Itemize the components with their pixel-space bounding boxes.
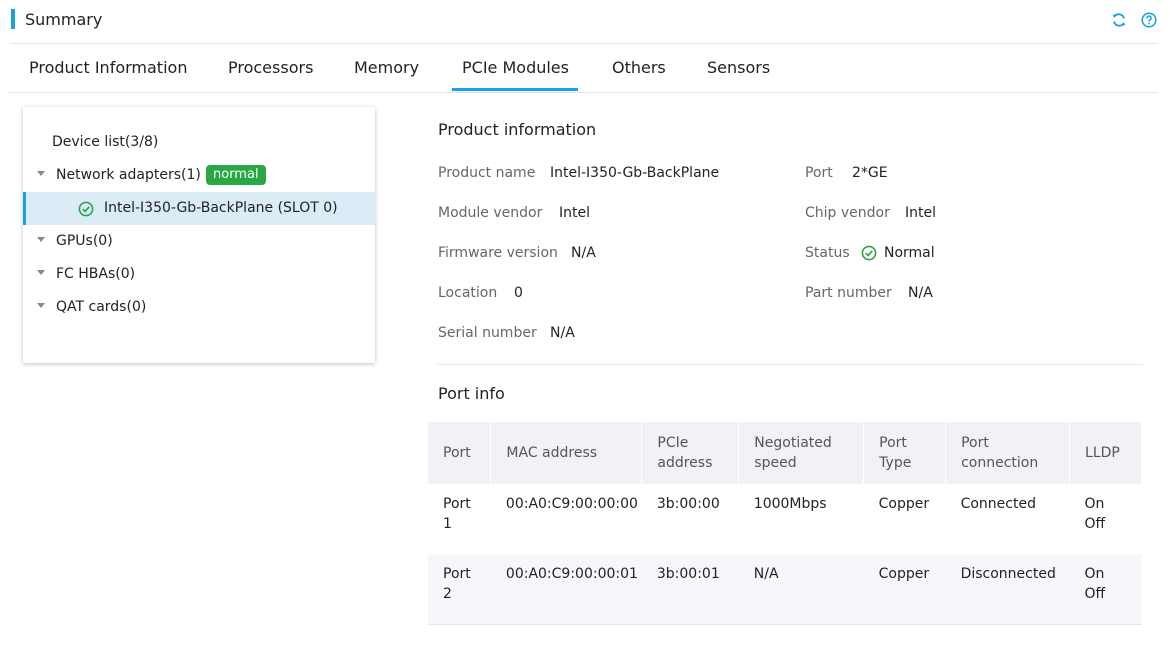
col-lldp: LLDP <box>1069 422 1142 484</box>
caret-down-icon[interactable] <box>37 303 45 308</box>
caret-down-icon[interactable] <box>37 171 45 176</box>
chip-vendor-value: Intel <box>905 205 936 221</box>
speed-cell: N/A <box>738 554 864 625</box>
page-title: Summary <box>25 10 103 29</box>
mac-cell: 00:A0:C9:00:00:00 <box>505 496 638 512</box>
firmware-version-value: N/A <box>571 245 596 261</box>
product-info-title: Product information <box>438 120 597 139</box>
tab-bar: Product Information Processors Memory PC… <box>8 44 1158 93</box>
port-table: Port MAC address PCIe address Negotiated s… <box>428 422 1142 625</box>
refresh-icon[interactable] <box>1111 12 1127 28</box>
connection-cell: Connected <box>960 496 1036 512</box>
port-value: 2*GE <box>852 165 888 181</box>
module-vendor-label: Module vendor <box>438 205 543 221</box>
status-badge: normal <box>206 165 266 185</box>
status-label: Status <box>805 245 850 261</box>
tab-memory[interactable]: Memory <box>354 58 419 77</box>
tab-others[interactable]: Others <box>612 58 666 77</box>
table-row: Port 1 00:A0:C9:00:00:00 3b:00:00 1000Mbp… <box>428 484 1142 554</box>
type-cell: Copper <box>863 554 946 625</box>
qat-cards-label: QAT cards(0) <box>56 299 147 315</box>
port-info-title: Port info <box>438 384 505 403</box>
lldp-toggle[interactable]: On Off <box>1070 484 1142 554</box>
port-label: Port <box>805 165 833 181</box>
tree-node-intel-i350[interactable]: Intel-I350-Gb-BackPlane (SLOT 0) <box>23 192 375 225</box>
product-name-value: Intel-I350-Gb-BackPlane <box>550 165 720 181</box>
speed-cell: 1000Mbps <box>753 496 827 512</box>
check-circle-icon <box>78 201 94 217</box>
fc-hbas-label: FC HBAs(0) <box>56 266 136 282</box>
col-port-connection: Port connection <box>945 422 1071 484</box>
firmware-version-label: Firmware version <box>438 245 558 261</box>
location-value: 0 <box>514 285 523 301</box>
product-name-label: Product name <box>438 165 536 181</box>
port-cell: Port 1 <box>443 496 471 532</box>
col-port-type: Port Type <box>863 422 947 484</box>
tree-node-network-adapters[interactable]: Network adapters(1) normal <box>23 159 375 192</box>
caret-down-icon[interactable] <box>37 237 45 242</box>
col-pcie-address: PCIe address <box>641 422 740 484</box>
module-vendor-value: Intel <box>559 205 590 221</box>
serial-number-value: N/A <box>550 325 575 341</box>
tab-pcie-modules[interactable]: PCIe Modules <box>462 58 569 77</box>
check-circle-icon <box>861 245 877 261</box>
pcie-cell: 3b:00:01 <box>641 554 739 625</box>
tab-processors[interactable]: Processors <box>228 58 313 77</box>
device-tree: Device list(3/8) Network adapters(1) nor… <box>23 107 375 363</box>
help-icon[interactable] <box>1141 12 1157 28</box>
part-number-value: N/A <box>908 285 933 301</box>
col-port: Port <box>428 422 492 484</box>
col-mac-address: MAC address <box>490 422 643 484</box>
port-cell: Port 2 <box>428 554 491 625</box>
chip-vendor-label: Chip vendor <box>805 205 890 221</box>
pcie-cell: 3b:00:00 <box>656 496 720 512</box>
gpus-label: GPUs(0) <box>56 233 113 249</box>
tree-node-qat-cards[interactable]: QAT cards(0) <box>23 291 375 324</box>
table-header-row: Port MAC address PCIe address Negotiated s… <box>428 422 1142 484</box>
part-number-label: Part number <box>805 285 892 301</box>
type-cell: Copper <box>878 496 930 512</box>
tree-node-gpus[interactable]: GPUs(0) <box>23 225 375 258</box>
status-value: Normal <box>884 245 935 261</box>
title-accent-bar <box>11 9 15 29</box>
tab-sensors[interactable]: Sensors <box>707 58 770 77</box>
tab-product-information[interactable]: Product Information <box>29 58 187 77</box>
caret-down-icon[interactable] <box>37 270 45 275</box>
device-item-label: Intel-I350-Gb-BackPlane (SLOT 0) <box>104 200 338 216</box>
mac-cell: 00:A0:C9:00:00:01 <box>490 554 642 625</box>
col-negotiated-speed: Negotiated speed <box>738 422 865 484</box>
lldp-toggle[interactable]: On Off <box>1069 554 1142 625</box>
serial-number-label: Serial number <box>438 325 537 341</box>
device-list-title: Device list(3/8) <box>52 134 159 150</box>
summary-header: Summary <box>0 0 1170 44</box>
tree-node-fc-hbas[interactable]: FC HBAs(0) <box>23 258 375 291</box>
connection-cell: Disconnected <box>945 554 1070 625</box>
table-row: Port 2 00:A0:C9:00:00:01 3b:00:01 N/A Cop… <box>428 554 1142 625</box>
location-label: Location <box>438 285 498 301</box>
section-divider <box>438 364 1143 365</box>
active-tab-indicator <box>452 88 578 91</box>
network-adapters-label: Network adapters(1) <box>56 167 201 183</box>
